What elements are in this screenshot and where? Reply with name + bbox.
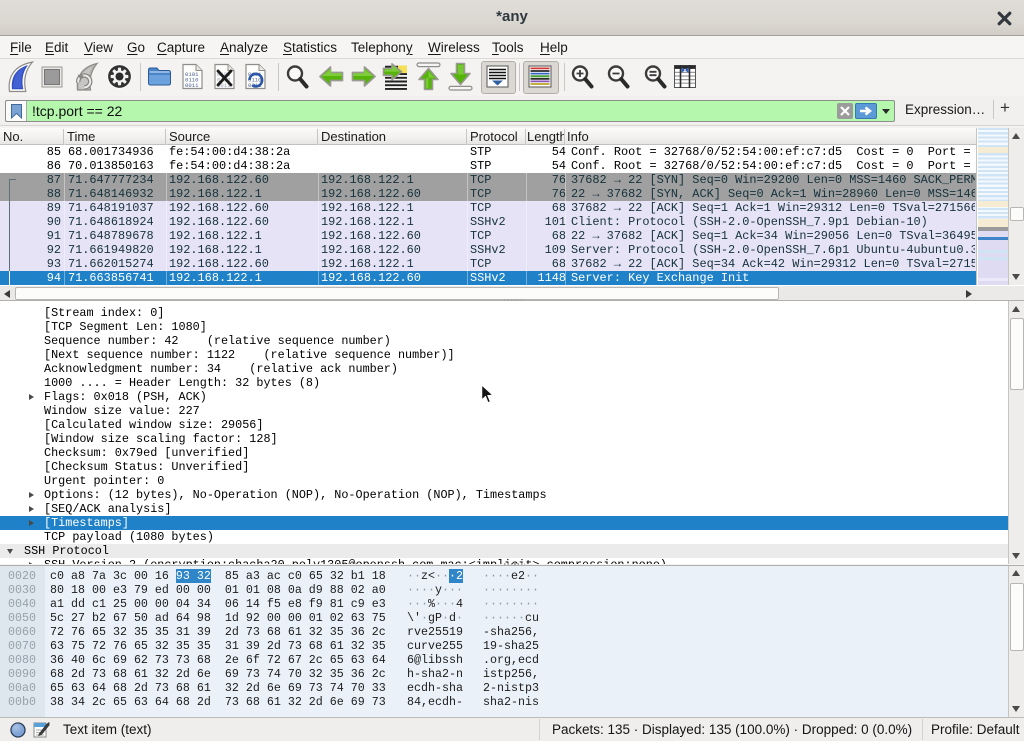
svg-text:0011: 0011	[185, 82, 199, 89]
